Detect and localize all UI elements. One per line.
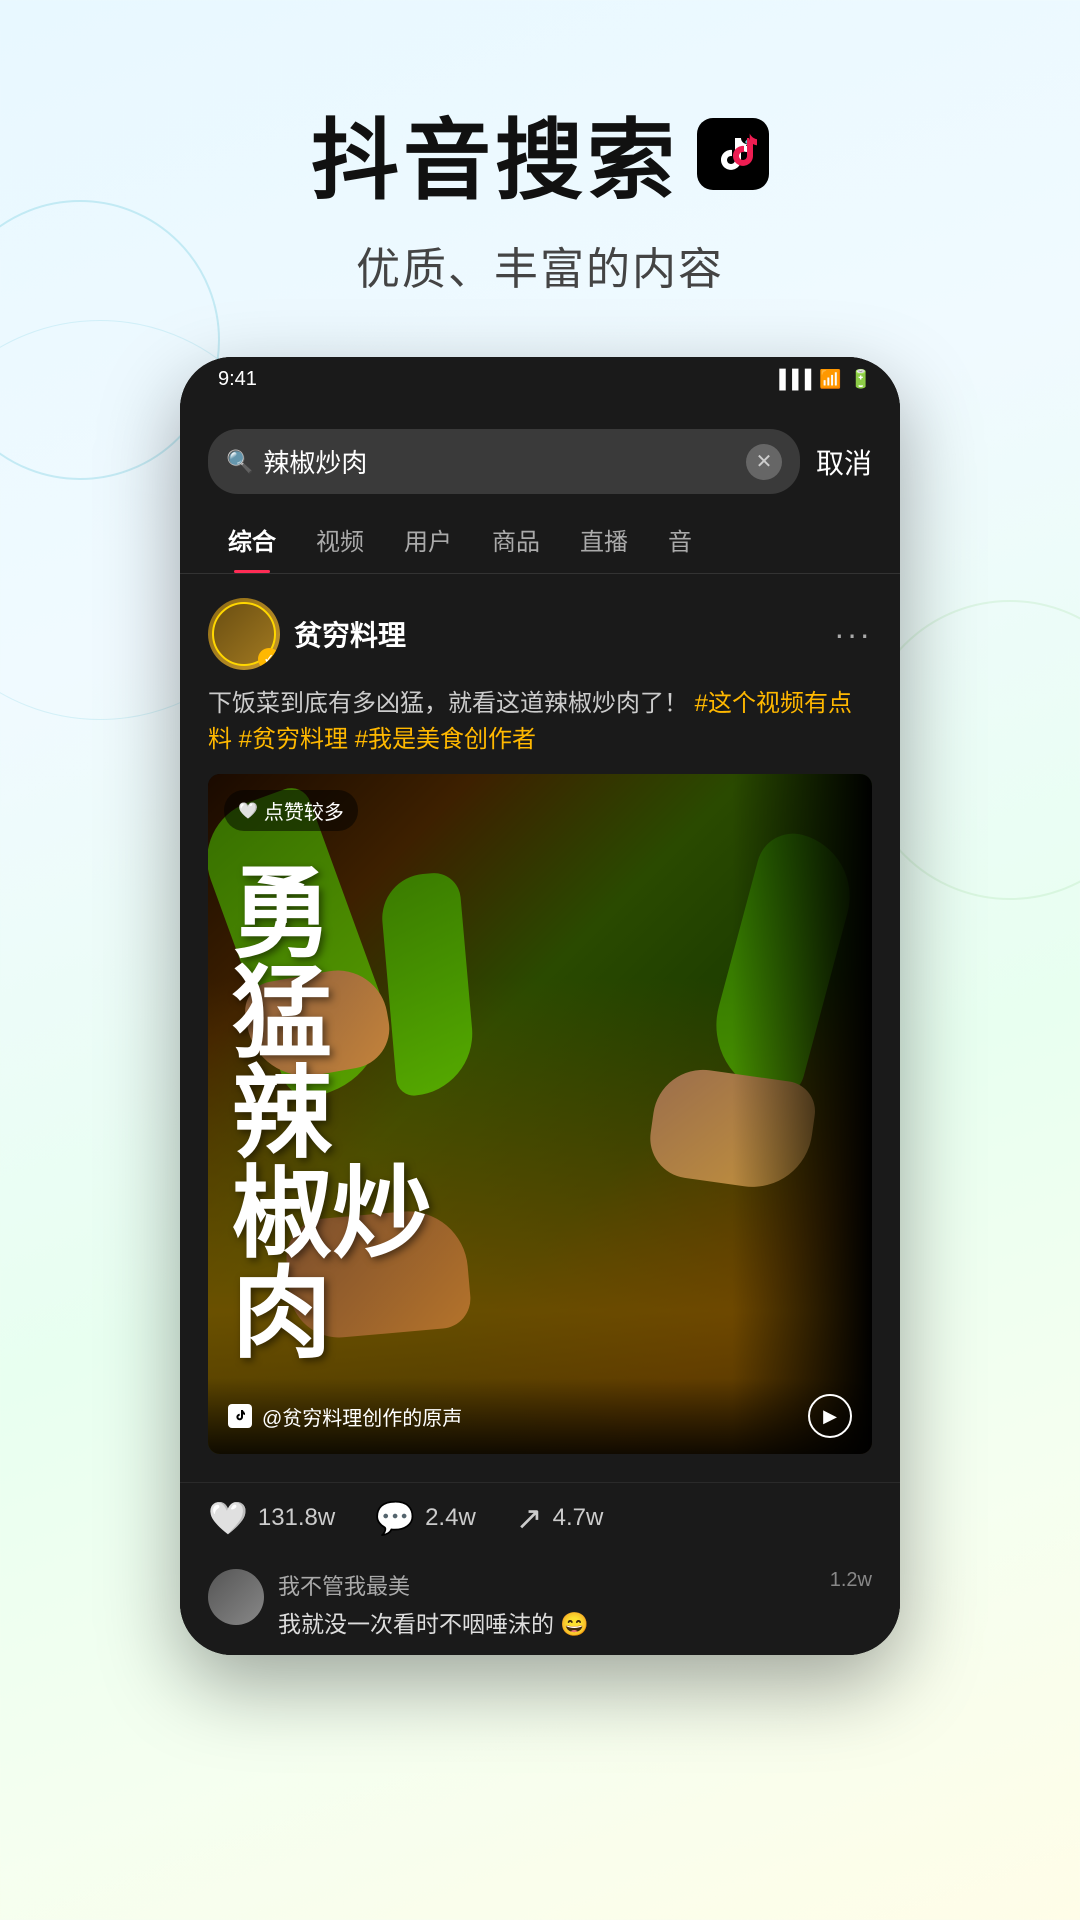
- like-count: 131.8w: [258, 1504, 335, 1532]
- clear-icon: ✕: [756, 449, 773, 474]
- comment-content-1: 我不管我最美 我就没一次看时不咽唾沫的 😄: [278, 1569, 816, 1639]
- avatar[interactable]: ✓: [208, 598, 280, 670]
- tiktok-small-icon: [228, 1404, 252, 1428]
- tab-音[interactable]: 音: [648, 512, 712, 573]
- audio-info: @贫穷料理创作的原声: [228, 1402, 462, 1431]
- tab-用户[interactable]: 用户: [384, 512, 472, 573]
- audio-text: @贫穷料理创作的原声: [262, 1402, 462, 1431]
- comment-item-1: 我不管我最美 我就没一次看时不咽唾沫的 😄 1.2w: [208, 1569, 872, 1639]
- tab-label: 视频: [316, 529, 364, 556]
- search-query-text: 辣椒炒肉: [263, 443, 736, 480]
- status-icons: ▐▐▐ 📶 🔋: [773, 369, 872, 390]
- share-count: 4.7w: [553, 1504, 604, 1532]
- phone-frame: 9:41 ▐▐▐ 📶 🔋 🔍 辣椒炒肉 ✕ 取消: [180, 357, 900, 1655]
- comment-username-1[interactable]: 我不管我最美: [278, 1569, 816, 1601]
- post-desc-text: 下饭菜到底有多凶猛，就看这道辣椒炒肉了！: [208, 690, 695, 717]
- hashtag-2[interactable]: #贫穷料理: [239, 726, 355, 753]
- tab-label: 用户: [404, 529, 452, 556]
- play-button[interactable]: ▶: [808, 1394, 852, 1438]
- video-text-overlay: 勇猛辣椒炒肉: [208, 774, 872, 1454]
- post-header: ✓ 贫穷料理 ···: [208, 598, 872, 670]
- tab-视频[interactable]: 视频: [296, 512, 384, 573]
- tab-综合[interactable]: 综合: [208, 512, 296, 573]
- tab-直播[interactable]: 直播: [560, 512, 648, 573]
- hashtag-3[interactable]: #我是美食创作者: [355, 726, 536, 753]
- tab-商品[interactable]: 商品: [472, 512, 560, 573]
- phone-screen: 9:41 ▐▐▐ 📶 🔋 🔍 辣椒炒肉 ✕ 取消: [180, 357, 900, 1655]
- tab-label: 综合: [228, 529, 276, 556]
- like-interact[interactable]: 🤍 131.8w: [208, 1499, 335, 1537]
- search-icon: 🔍: [226, 449, 253, 475]
- tab-label: 直播: [580, 529, 628, 556]
- comment-icon: 💬: [375, 1499, 415, 1537]
- cancel-button[interactable]: 取消: [816, 442, 872, 482]
- comment-text-1: 我就没一次看时不咽唾沫的 😄: [278, 1605, 816, 1639]
- more-options-button[interactable]: ···: [834, 616, 872, 653]
- comment-interact[interactable]: 💬 2.4w: [375, 1499, 476, 1537]
- verified-badge: ✓: [258, 648, 280, 670]
- user-info: ✓ 贫穷料理: [208, 598, 406, 670]
- video-thumbnail[interactable]: 🤍 点赞较多 勇猛辣椒炒肉: [208, 774, 872, 1454]
- video-big-text: 勇猛辣椒炒肉: [232, 864, 432, 1364]
- video-bottom-bar: @贫穷料理创作的原声 ▶: [208, 1378, 872, 1454]
- comment-count: 2.4w: [425, 1504, 476, 1532]
- search-clear-button[interactable]: ✕: [746, 444, 782, 480]
- battery-icon: 🔋: [850, 369, 872, 390]
- interaction-bar: 🤍 131.8w 💬 2.4w ↗ 4.7w: [180, 1482, 900, 1553]
- header-section: 抖音搜索 优质、丰富的内容: [0, 0, 1080, 337]
- status-time: 9:41: [218, 368, 257, 391]
- comment-likes-1[interactable]: 1.2w: [830, 1569, 872, 1592]
- search-bar-area: 🔍 辣椒炒肉 ✕ 取消: [180, 401, 900, 494]
- search-input-container[interactable]: 🔍 辣椒炒肉 ✕: [208, 429, 800, 494]
- wifi-icon: 📶: [819, 369, 841, 390]
- header-subtitle: 优质、丰富的内容: [0, 233, 1080, 297]
- tiktok-brand-icon: [697, 118, 769, 190]
- post-description: 下饭菜到底有多凶猛，就看这道辣椒炒肉了！ #这个视频有点料 #贫穷料理 #我是美…: [208, 686, 872, 758]
- username[interactable]: 贫穷料理: [294, 614, 406, 654]
- phone-wrapper: 9:41 ▐▐▐ 📶 🔋 🔍 辣椒炒肉 ✕ 取消: [0, 357, 1080, 1655]
- status-bar: 9:41 ▐▐▐ 📶 🔋: [180, 357, 900, 401]
- share-interact[interactable]: ↗ 4.7w: [516, 1499, 604, 1537]
- app-name-text: 抖音搜索: [311, 90, 679, 217]
- content-area: ✓ 贫穷料理 ··· 下饭菜到底有多凶猛，就看这道辣椒炒肉了！ #这个视频有点料…: [180, 574, 900, 1478]
- tab-label: 音: [668, 529, 692, 556]
- share-icon: ↗: [516, 1499, 543, 1537]
- comment-preview: 我不管我最美 我就没一次看时不咽唾沫的 😄 1.2w: [180, 1553, 900, 1655]
- signal-icon: ▐▐▐: [773, 369, 811, 390]
- tab-bar: 综合 视频 用户 商品 直播 音: [180, 494, 900, 574]
- comment-avatar-1: [208, 1569, 264, 1625]
- heart-icon: 🤍: [208, 1499, 248, 1537]
- main-title: 抖音搜索: [0, 90, 1080, 217]
- tab-label: 商品: [492, 529, 540, 556]
